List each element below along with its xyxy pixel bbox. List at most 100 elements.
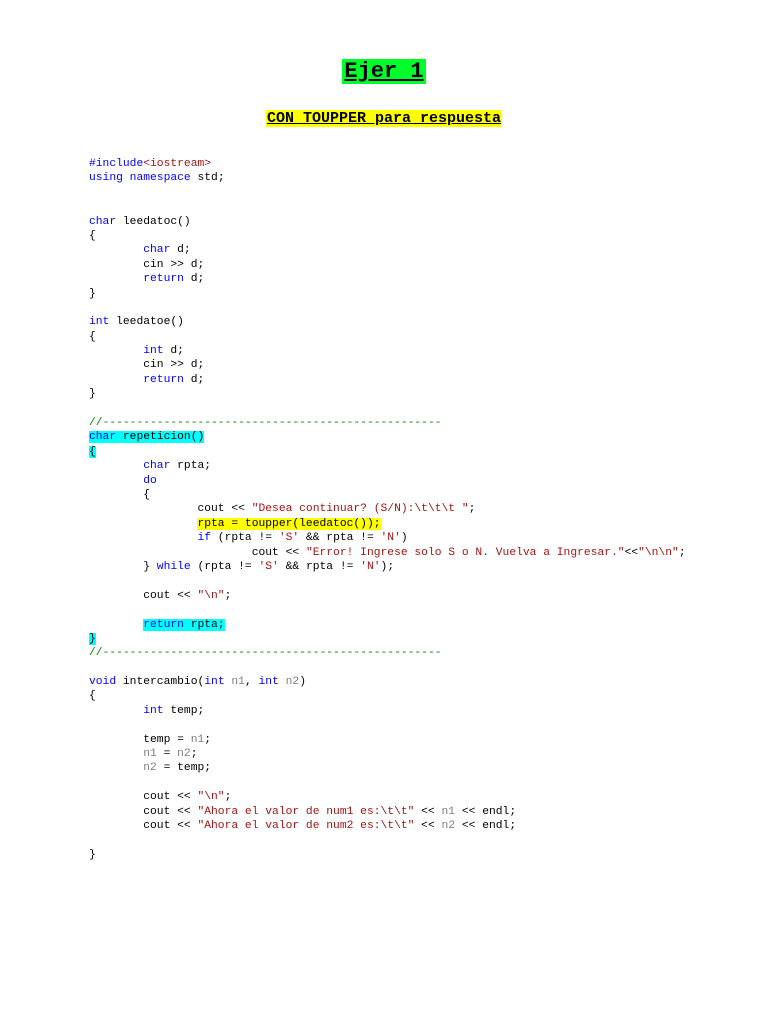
code-token: n2	[143, 762, 157, 775]
code-token: cin >> d;	[89, 258, 205, 271]
code-line: }	[89, 632, 686, 646]
code-token: << endl;	[455, 805, 517, 818]
code-token: char	[143, 460, 171, 473]
code-token: n1	[231, 676, 245, 689]
code-token: <<	[414, 819, 442, 832]
code-token: while	[156, 560, 191, 573]
code-line: char rpta;	[89, 459, 686, 473]
code-token: ;	[204, 733, 212, 746]
code-token: cout <<	[89, 819, 198, 832]
code-line: {	[89, 488, 686, 502]
code-line: cout << "Ahora el valor de num1 es:\t\t"…	[89, 805, 686, 819]
code-line: temp = n1;	[89, 733, 686, 747]
code-line: cout << "Error! Ingrese solo S o N. Vuel…	[89, 546, 686, 560]
code-line: //--------------------------------------…	[89, 646, 686, 660]
code-line: {	[89, 229, 686, 243]
exercise-subheading: CON TOUPPER para respuesta	[265, 110, 503, 127]
code-line: if (rpta != 'S' && rpta != 'N')	[89, 531, 686, 545]
code-token: {	[89, 229, 96, 242]
code-token: n2	[177, 748, 191, 761]
code-token: leedatoe()	[109, 316, 184, 329]
code-token: ;	[224, 589, 232, 602]
code-token: int	[204, 676, 225, 689]
code-line: {	[89, 689, 686, 703]
code-token: 'S'	[278, 532, 300, 545]
code-token: }	[89, 287, 96, 300]
code-token: //--------------------------------------…	[89, 647, 442, 660]
code-token: "Ahora el valor de num1 es:\t\t"	[197, 805, 415, 818]
code-token: <<	[624, 546, 639, 559]
code-token: && rpta !=	[299, 532, 381, 545]
code-token: )	[299, 676, 306, 689]
code-line: char repeticion()	[89, 430, 686, 444]
code-line: return d;	[89, 373, 686, 387]
code-token: char	[89, 215, 117, 228]
code-listing: #include<iostream> using namespace std; c…	[89, 157, 686, 862]
code-token: n2	[441, 819, 456, 832]
code-line: {	[89, 330, 686, 344]
code-line: }	[89, 387, 686, 401]
code-line: }	[89, 287, 686, 301]
code-token: "Ahora el valor de num2 es:\t\t"	[197, 819, 415, 832]
code-token: d;	[183, 273, 205, 286]
code-token: cout <<	[89, 805, 198, 818]
code-token: char	[89, 431, 117, 444]
code-token: std;	[190, 172, 225, 185]
code-token: rpta;	[170, 460, 212, 473]
code-token: }	[89, 848, 96, 861]
code-token: (rpta !=	[211, 532, 279, 545]
code-line: do	[89, 474, 686, 488]
code-token: )	[400, 532, 408, 545]
code-token: );	[380, 560, 395, 573]
code-token: rpta = toupper(leedatoc());	[197, 517, 381, 530]
code-token: return	[143, 618, 184, 631]
code-token: rpta;	[183, 618, 225, 631]
code-token: ;	[224, 791, 232, 804]
code-token: {	[89, 690, 96, 703]
code-token: n1	[441, 805, 456, 818]
code-token: cout <<	[89, 503, 252, 516]
code-token: {	[89, 488, 151, 501]
code-line: //--------------------------------------…	[89, 416, 686, 430]
code-line: {	[89, 445, 686, 459]
code-token: 'N'	[380, 532, 401, 545]
code-token: temp =	[89, 733, 191, 746]
code-token: }	[89, 560, 157, 573]
exercise-heading: Ejer 1	[342, 59, 426, 84]
code-token: char	[143, 244, 171, 257]
code-line: n1 = n2;	[89, 747, 686, 761]
code-token: 'N'	[360, 560, 381, 573]
code-token: cout <<	[89, 546, 306, 559]
code-token: //--------------------------------------…	[89, 417, 442, 430]
code-token: return	[143, 273, 184, 286]
code-line: int temp;	[89, 704, 686, 718]
code-token: << endl;	[455, 819, 517, 832]
code-line: cin >> d;	[89, 258, 686, 272]
code-token: d;	[183, 373, 205, 386]
code-line: cout << "\n";	[89, 790, 686, 804]
code-line: n2 = temp;	[89, 761, 686, 775]
code-line: cout << "Ahora el valor de num2 es:\t\t"…	[89, 819, 686, 833]
code-line: char d;	[89, 243, 686, 257]
code-token: {	[89, 445, 96, 458]
code-token: leedatoc()	[116, 215, 191, 228]
code-token: repeticion()	[116, 431, 205, 444]
code-token: ,	[244, 676, 259, 689]
